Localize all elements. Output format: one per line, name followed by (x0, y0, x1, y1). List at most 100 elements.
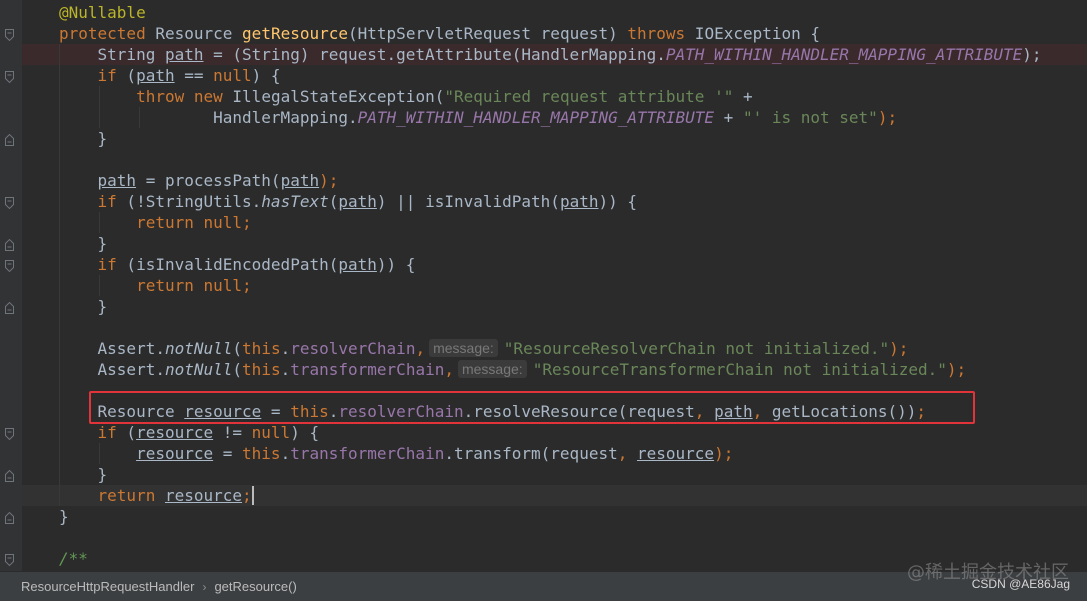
variable-resource: resource (637, 444, 715, 463)
code-token: )) { (598, 192, 637, 211)
keyword: new (193, 87, 223, 106)
code-line[interactable]: return null; (22, 212, 1087, 233)
code-line[interactable]: if (isInvalidEncodedPath(path)) { (22, 254, 1087, 275)
code-line[interactable]: String path = (String) request.getAttrib… (22, 44, 1087, 65)
static-method: notNull (164, 339, 233, 358)
indent-guide (59, 275, 60, 296)
code-line[interactable]: Assert.notNull(this.transformerChain, mes… (22, 359, 1087, 380)
code-token: ) { (290, 423, 320, 442)
fold-close-icon[interactable] (5, 239, 14, 251)
indent-guide (59, 128, 60, 149)
code-token: ); (1022, 45, 1042, 64)
code-line[interactable]: @Nullable (22, 2, 1087, 23)
code-line[interactable]: Assert.notNull(this.resolverChain, messag… (22, 338, 1087, 359)
fold-open-icon[interactable] (5, 29, 14, 41)
code-line[interactable]: path = processPath(path); (22, 170, 1087, 191)
code-line[interactable]: } (22, 296, 1087, 317)
code-line[interactable]: if (path == null) { (22, 65, 1087, 86)
indent-guide (59, 170, 60, 191)
fold-open-icon[interactable] (5, 260, 14, 272)
fold-open-icon[interactable] (5, 554, 14, 566)
code-line[interactable]: if (resource != null) { (22, 422, 1087, 443)
variable-resource: resource (136, 444, 214, 463)
indent-guide (59, 338, 60, 359)
code-token: ( (116, 66, 137, 85)
fold-close-icon[interactable] (5, 302, 14, 314)
fold-open-icon[interactable] (5, 71, 14, 83)
code-line[interactable]: HandlerMapping.PATH_WITHIN_HANDLER_MAPPI… (22, 107, 1087, 128)
variable-path: path (280, 171, 320, 190)
method-name: getResource (242, 24, 349, 43)
code-token: } (97, 234, 108, 253)
code-token: IllegalStateException( (222, 87, 445, 106)
code-token: == (174, 66, 214, 85)
code-line[interactable]: } (22, 233, 1087, 254)
semicolon: ; (242, 213, 252, 232)
code-line[interactable]: } (22, 128, 1087, 149)
string-literal: "' is not set" (742, 108, 878, 127)
string-literal: "ResourceResolverChain not initialized." (503, 339, 890, 358)
code-token: } (59, 507, 69, 526)
variable-path: path (559, 192, 599, 211)
keyword: return (136, 276, 194, 295)
doc-comment: /** (59, 549, 88, 568)
variable-path: path (338, 255, 377, 274)
code-token: (isInvalidEncodedPath( (116, 255, 339, 274)
variable-path: path (136, 66, 175, 85)
breadcrumb-class[interactable]: ResourceHttpRequestHandler (17, 579, 198, 594)
fold-close-icon[interactable] (5, 470, 14, 482)
indent-guide (99, 86, 100, 107)
indent-guide (59, 464, 60, 485)
code-line[interactable] (22, 317, 1087, 338)
indent-guide (59, 422, 60, 443)
indent-guide (139, 107, 140, 128)
code-lines[interactable]: @Nullable protected Resource getResource… (22, 2, 1087, 569)
code-line-current[interactable]: return resource; (22, 485, 1087, 506)
code-line[interactable]: } (22, 464, 1087, 485)
breadcrumb-chevron-icon: › (202, 579, 207, 594)
fold-close-icon[interactable] (5, 512, 14, 524)
code-token: = (213, 444, 243, 463)
semicolon: ); (889, 339, 909, 358)
breadcrumb-method[interactable]: getResource() (210, 579, 300, 594)
parameter-hint: message: (429, 339, 498, 357)
indent-guide (59, 317, 60, 338)
code-token: } (97, 465, 108, 484)
code-token: .transform(request (444, 444, 618, 463)
code-line[interactable]: protected Resource getResource(HttpServl… (22, 23, 1087, 44)
fold-open-icon[interactable] (5, 197, 14, 209)
indent-guide (59, 485, 60, 506)
code-line[interactable] (22, 149, 1087, 170)
field-name: transformerChain (290, 444, 445, 463)
code-line[interactable]: throw new IllegalStateException("Require… (22, 86, 1087, 107)
code-token: Assert. (97, 339, 165, 358)
code-token: } (97, 129, 108, 148)
code-line[interactable]: if (!StringUtils.hasText(path) || isInva… (22, 191, 1087, 212)
code-editor[interactable]: @Nullable protected Resource getResource… (0, 0, 1087, 601)
code-line[interactable]: } (22, 506, 1087, 527)
code-line[interactable] (22, 527, 1087, 548)
keyword: if (97, 192, 117, 211)
annotation: @Nullable (59, 3, 146, 22)
string-literal: "ResourceTransformerChain not initialize… (532, 360, 947, 379)
field-name: transformerChain (290, 360, 445, 379)
semicolon: ); (319, 171, 339, 190)
indent-guide (59, 254, 60, 275)
code-token: ( (232, 360, 243, 379)
indent-guide (59, 107, 60, 128)
type-name: Resource (155, 24, 233, 43)
indent-guide (99, 212, 100, 233)
code-token: = processPath( (136, 171, 281, 190)
indent-guide (59, 359, 60, 380)
code-token: Assert. (97, 360, 165, 379)
fold-close-icon[interactable] (5, 134, 14, 146)
code-line[interactable]: return null; (22, 275, 1087, 296)
code-line[interactable]: resource = this.transformerChain.transfo… (22, 443, 1087, 464)
code-token: ( (232, 339, 243, 358)
keyword: return (136, 213, 194, 232)
code-token: } (97, 297, 108, 316)
indent-guide (59, 380, 60, 401)
keyword: throws (627, 24, 686, 43)
fold-open-icon[interactable] (5, 428, 14, 440)
static-method: notNull (164, 360, 233, 379)
